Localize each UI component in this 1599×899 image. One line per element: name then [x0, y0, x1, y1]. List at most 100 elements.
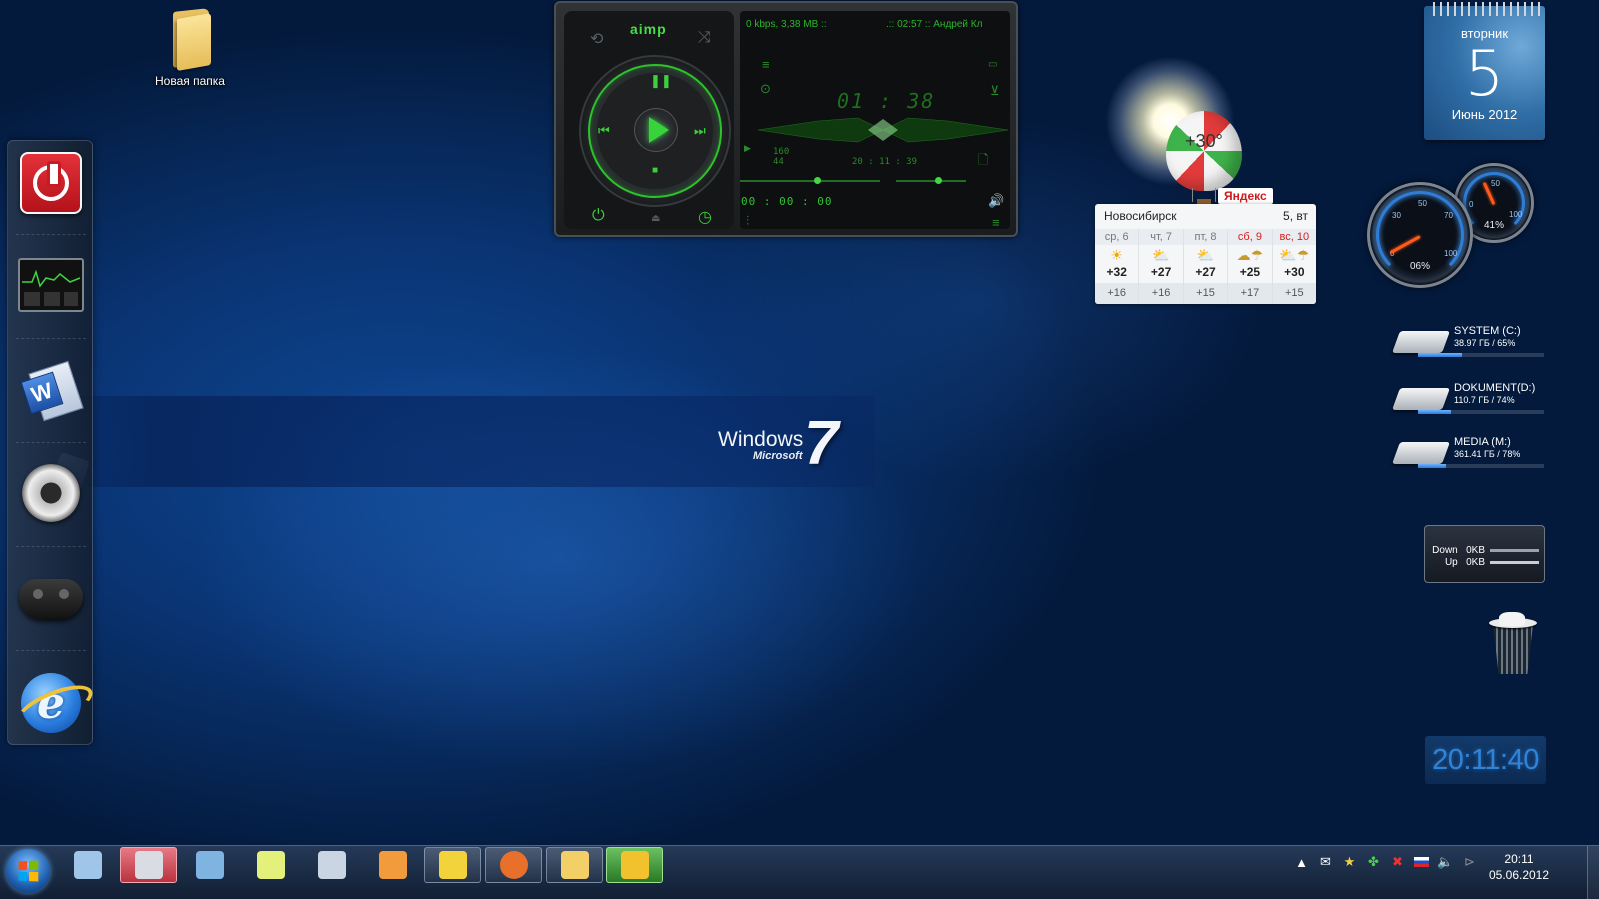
windows-logo-version: 7 [804, 409, 839, 478]
clover-icon[interactable]: ✤ [1365, 854, 1382, 870]
collapse-icon[interactable]: ⊻ [990, 83, 1000, 99]
paint-icon [378, 851, 407, 879]
drive-name: MEDIA (M:) [1454, 436, 1511, 448]
weather-widget[interactable]: Новосибирск 5, вт ср, 6 ☀ +32 +16 чт, 7 ⛅ +27 +… [1095, 204, 1316, 304]
star-icon[interactable]: ★ [1341, 854, 1358, 870]
photo-viewer-icon [195, 851, 224, 879]
seek-bar[interactable] [740, 180, 880, 182]
menu-icon[interactable]: ≡ [992, 215, 1000, 230]
volume-knob[interactable] [935, 177, 942, 184]
explorer-icon [560, 851, 589, 879]
previous-icon[interactable]: ⏮ [598, 123, 610, 139]
repeat-icon[interactable]: ⟲ [590, 29, 603, 49]
speaker-icon[interactable]: 🔊 [988, 193, 1004, 209]
recycle-bin-icon[interactable] [1487, 612, 1537, 676]
cpu-gauge[interactable]: 30 50 70 0 100 06% [1367, 182, 1473, 288]
forecast-day-name: пт, 8 [1183, 229, 1228, 245]
desktop-folder-label: Новая папка [155, 74, 225, 88]
taskbar-sync-center[interactable] [303, 847, 360, 883]
pause-icon[interactable]: ❚❚ [650, 73, 672, 89]
show-desktop-button[interactable] [1587, 846, 1599, 899]
taskbar-explorer[interactable] [546, 847, 603, 883]
dock-games[interactable] [17, 565, 85, 633]
next-icon[interactable]: ⏭ [694, 123, 706, 139]
forecast-day: вс, 10 ⛅☂ +30 +15 [1271, 229, 1316, 304]
windows-logo-word: Windows [718, 428, 804, 451]
desktop-folder-icon[interactable]: Новая папка [145, 6, 235, 88]
timer-icon[interactable]: ◷ [698, 207, 712, 227]
storm-rain-icon: ☁☂ [1236, 247, 1264, 263]
cpu-tick-70: 70 [1444, 211, 1453, 220]
windows-logo-maker: Microsoft [753, 450, 803, 462]
seek-knob[interactable] [814, 177, 821, 184]
forecast-day: чт, 7 ⛅ +27 +16 [1138, 229, 1183, 304]
partly-cloudy-icon: ⛅ [1152, 247, 1170, 263]
mail-icon[interactable]: ✉ [1317, 854, 1334, 870]
stop-icon[interactable]: ■ [652, 165, 658, 176]
upload-row: Up 0KB [1425, 557, 1485, 568]
taskbar-aimp-taskbar[interactable] [606, 847, 663, 883]
internet-explorer-icon: e [21, 673, 81, 733]
taskbar-game-app[interactable] [424, 847, 481, 883]
dock-internet-explorer[interactable]: e [17, 669, 85, 737]
play-button[interactable] [634, 108, 678, 152]
download-value: 0KB [1466, 545, 1485, 556]
drive-usage: 361.41 ГБ / 78% [1454, 449, 1521, 459]
cpu-tick-30: 30 [1392, 211, 1401, 220]
taskbar-snipping-tool[interactable] [120, 847, 177, 883]
taskbar-sticky-notes[interactable] [242, 847, 299, 883]
drive-name: DOKUMENT(D:) [1454, 382, 1536, 394]
partly-cloudy-icon: ⛅ [1196, 247, 1215, 263]
forecast-high: +30 [1284, 265, 1305, 279]
taskbar-firefox[interactable] [485, 847, 542, 883]
calendar-spiral [1428, 2, 1541, 16]
drive-media[interactable]: MEDIA (M:) 361.41 ГБ / 78% [1391, 436, 1546, 474]
dock-media-player[interactable] [17, 459, 85, 527]
taskbar-paint[interactable] [364, 847, 421, 883]
equalizer-icon[interactable]: ⫶ [746, 213, 749, 229]
show-hidden-icons-icon[interactable]: ▲ [1293, 855, 1310, 870]
forecast-low: +17 [1228, 283, 1272, 304]
start-button[interactable] [6, 849, 50, 893]
radio-icon[interactable]: ⊙ [760, 81, 771, 97]
dock-system-monitor[interactable] [17, 251, 85, 319]
firefox-icon [499, 851, 528, 879]
dock-power-button[interactable] [17, 149, 85, 217]
forecast-day-name: чт, 7 [1139, 229, 1183, 245]
sync-center-icon [317, 851, 346, 879]
weather-provider-tag[interactable]: Яндекс [1218, 188, 1273, 204]
forecast-day-name: сб, 9 [1228, 229, 1272, 245]
playlist-icon[interactable]: ≡ [762, 57, 770, 72]
expand-arrow-icon[interactable]: ▶ [744, 143, 751, 154]
eject-icon[interactable]: ⏏ [651, 213, 660, 224]
shuffle-icon[interactable]: ⤨ [698, 29, 711, 47]
drive-dokument[interactable]: DOKUMENT(D:) 110.7 ГБ / 74% [1391, 382, 1546, 420]
taskbar-clock[interactable]: 20:11 05.06.2012 [1480, 851, 1558, 883]
file-icon[interactable]: 🗋 [978, 151, 988, 173]
drive-system[interactable]: SYSTEM (C:) 38.97 ГБ / 65% [1391, 325, 1546, 363]
minimize-icon[interactable]: ▭ [988, 59, 997, 70]
dock-word[interactable]: W [17, 355, 85, 423]
power-off-icon[interactable]: ⏻ [592, 207, 605, 225]
antivirus-icon[interactable]: ✖ [1389, 854, 1406, 870]
upload-value: 0KB [1466, 557, 1485, 568]
hard-drive-icon [1391, 442, 1451, 464]
language-flag-icon[interactable] [1413, 855, 1430, 870]
current-temperature: +30° [1185, 131, 1223, 151]
windows-7-logo: Windows Microsoft 7 [718, 409, 858, 478]
ram-tick-50: 50 [1491, 179, 1500, 188]
taskbar-calculator[interactable] [59, 847, 116, 883]
playback-time: 01 : 38 [837, 89, 936, 113]
media-play-icon[interactable]: ⊳ [1461, 854, 1478, 870]
calendar-widget[interactable]: вторник 5 Июнь 2012 [1424, 2, 1545, 140]
clock-time: 20:11 [1504, 852, 1534, 866]
taskbar-photo-viewer[interactable] [181, 847, 238, 883]
hard-drive-icon [1391, 388, 1451, 410]
aimp-logo: aimp [630, 21, 667, 37]
aimp-player[interactable]: ⟲ aimp ⤨ ❚❚ ⏮ ⏭ ■ ⏻ ⏏ ◷ 0 kbps, 3,38 MB … [554, 1, 1018, 237]
network-meter[interactable]: Down 0KB Up 0KB [1424, 525, 1545, 583]
word-document-icon: W [20, 360, 84, 422]
volume-icon[interactable]: 🔈 [1437, 854, 1454, 870]
volume-bar[interactable] [896, 180, 966, 182]
taskbar: ▲ ✉ ★ ✤ ✖ 🔈 ⊳ 20:11 05.06.2012 [0, 845, 1599, 899]
